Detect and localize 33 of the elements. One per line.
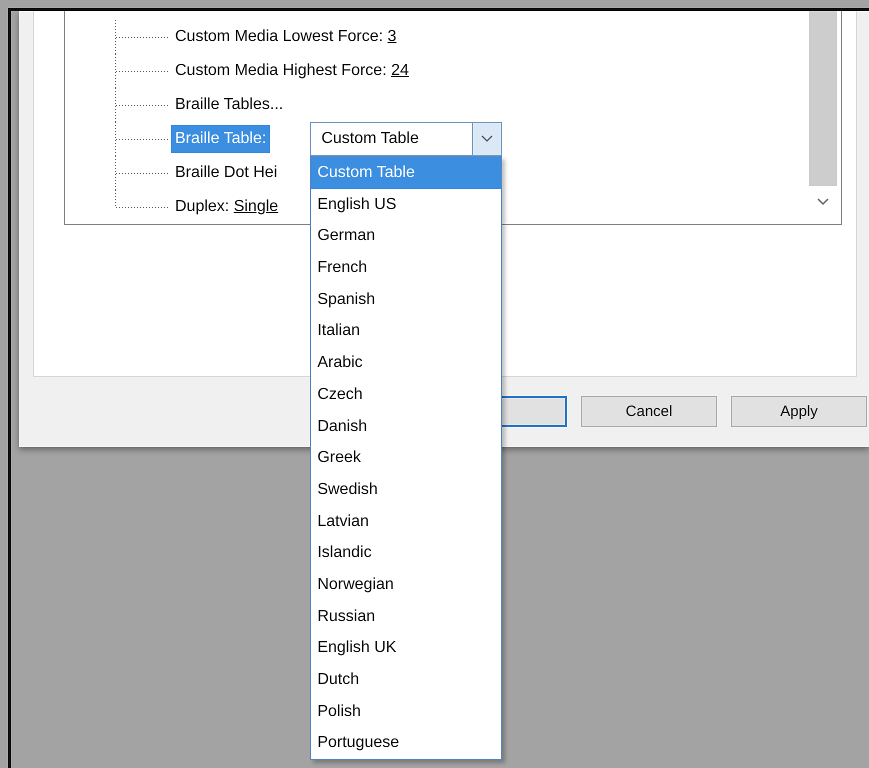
tree-connector-line [115, 88, 170, 122]
tree-connector-line [115, 20, 170, 54]
dropdown-option[interactable]: Polish [311, 696, 502, 728]
dropdown-option[interactable]: Italian [311, 315, 502, 348]
dropdown-option[interactable]: Norwegian [311, 568, 502, 601]
dialog-button[interactable]: Cancel [581, 396, 717, 427]
dropdown-option[interactable]: Russian [311, 600, 502, 632]
dropdown-option[interactable]: Czech [311, 378, 502, 410]
scrollbar-thumb[interactable] [809, 11, 837, 186]
tree-connector-line [115, 54, 170, 88]
dropdown-option[interactable]: Greek [311, 442, 502, 474]
tree-connector-line [115, 122, 170, 156]
tree-item[interactable]: Braille Tables... [171, 91, 288, 119]
dropdown-option[interactable]: Portuguese [311, 727, 502, 760]
dropdown-option[interactable]: Spanish [311, 284, 502, 316]
dropdown-option[interactable]: Latvian [311, 506, 502, 538]
tree-item[interactable]: Custom Media Highest Force: 24 [171, 57, 413, 85]
tree-item[interactable]: Duplex: Single [171, 193, 282, 221]
dropdown-option[interactable]: English UK [311, 632, 502, 664]
tree-item[interactable]: Custom Media Lowest Force: 3 [171, 23, 400, 51]
dropdown-option[interactable]: Arabic [311, 347, 502, 379]
dropdown-option[interactable]: French [311, 252, 502, 284]
dropdown-option[interactable]: Islandic [311, 537, 502, 569]
dropdown-option[interactable]: Swedish [311, 474, 502, 506]
dropdown-option[interactable]: English US [311, 188, 502, 220]
dialog-button[interactable]: Apply [731, 396, 867, 427]
dropdown-field[interactable]: Custom Table [310, 122, 502, 156]
chevron-down-icon [481, 135, 494, 143]
dropdown-option[interactable]: Dutch [311, 664, 502, 696]
dropdown-option[interactable]: Danish [311, 410, 502, 442]
dropdown-option[interactable]: German [311, 220, 502, 252]
tree-item[interactable]: Braille Dot Hei [171, 159, 282, 187]
chevron-down-icon[interactable] [817, 198, 829, 206]
